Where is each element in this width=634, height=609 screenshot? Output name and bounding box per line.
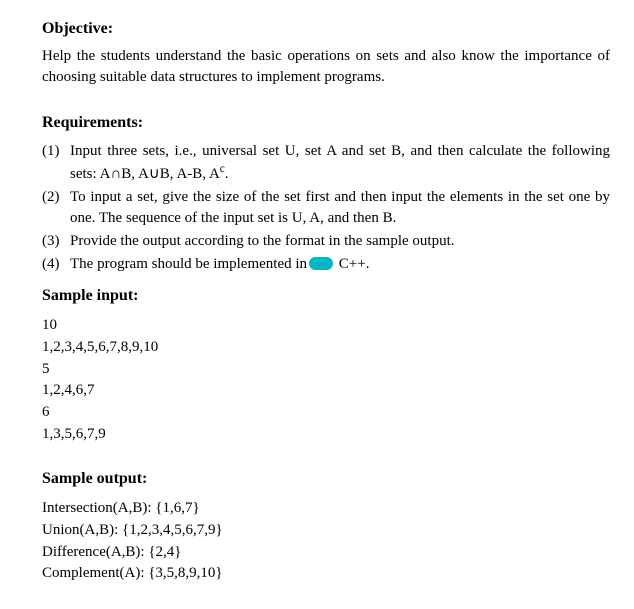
io-line: 1,3,5,6,7,9 xyxy=(42,424,610,446)
objective-body: Help the students understand the basic o… xyxy=(42,46,610,88)
objective-heading: Objective: xyxy=(42,18,610,40)
io-line: 1,2,3,4,5,6,7,8,9,10 xyxy=(42,337,610,359)
document-page: Objective: Help the students understand … xyxy=(0,0,634,609)
sample-output-block: Intersection(A,B): {1,6,7} Union(A,B): {… xyxy=(42,498,610,585)
text-fragment: . xyxy=(225,166,229,182)
text-fragment: B, A xyxy=(121,166,149,182)
union-icon: ∪ xyxy=(149,166,160,182)
text-fragment: The program should be implemented in xyxy=(70,256,307,272)
requirement-number: (3) xyxy=(42,231,70,252)
io-line: 6 xyxy=(42,402,610,424)
io-line: Union(A,B): {1,2,3,4,5,6,7,9} xyxy=(42,520,610,542)
redaction-highlight xyxy=(309,257,333,270)
sample-input-heading: Sample input: xyxy=(42,285,610,307)
requirement-text: Input three sets, i.e., universal set U,… xyxy=(70,141,610,185)
io-line: Intersection(A,B): {1,6,7} xyxy=(42,498,610,520)
io-line: 5 xyxy=(42,359,610,381)
io-line: Difference(A,B): {2,4} xyxy=(42,542,610,564)
sample-output-heading: Sample output: xyxy=(42,468,610,490)
requirement-text: To input a set, give the size of the set… xyxy=(70,187,610,229)
requirement-item: (2) To input a set, give the size of the… xyxy=(42,187,610,229)
requirement-number: (2) xyxy=(42,187,70,229)
requirement-number: (4) xyxy=(42,254,70,275)
intersection-icon: ∩ xyxy=(110,166,121,182)
requirement-item: (1) Input three sets, i.e., universal se… xyxy=(42,141,610,185)
io-line: 1,2,4,6,7 xyxy=(42,380,610,402)
io-line: 10 xyxy=(42,315,610,337)
requirement-text: Provide the output according to the form… xyxy=(70,231,610,252)
requirement-number: (1) xyxy=(42,141,70,185)
requirement-item: (3) Provide the output according to the … xyxy=(42,231,610,252)
sample-input-block: 10 1,2,3,4,5,6,7,8,9,10 5 1,2,4,6,7 6 1,… xyxy=(42,315,610,446)
requirement-item: (4) The program should be implemented in… xyxy=(42,254,610,275)
io-line: Complement(A): {3,5,8,9,10} xyxy=(42,563,610,585)
text-fragment: C++. xyxy=(335,256,369,272)
text-fragment: B, A-B, A xyxy=(160,166,220,182)
requirements-heading: Requirements: xyxy=(42,112,610,134)
requirements-list: (1) Input three sets, i.e., universal se… xyxy=(42,141,610,275)
requirement-text: The program should be implemented in C++… xyxy=(70,254,610,275)
